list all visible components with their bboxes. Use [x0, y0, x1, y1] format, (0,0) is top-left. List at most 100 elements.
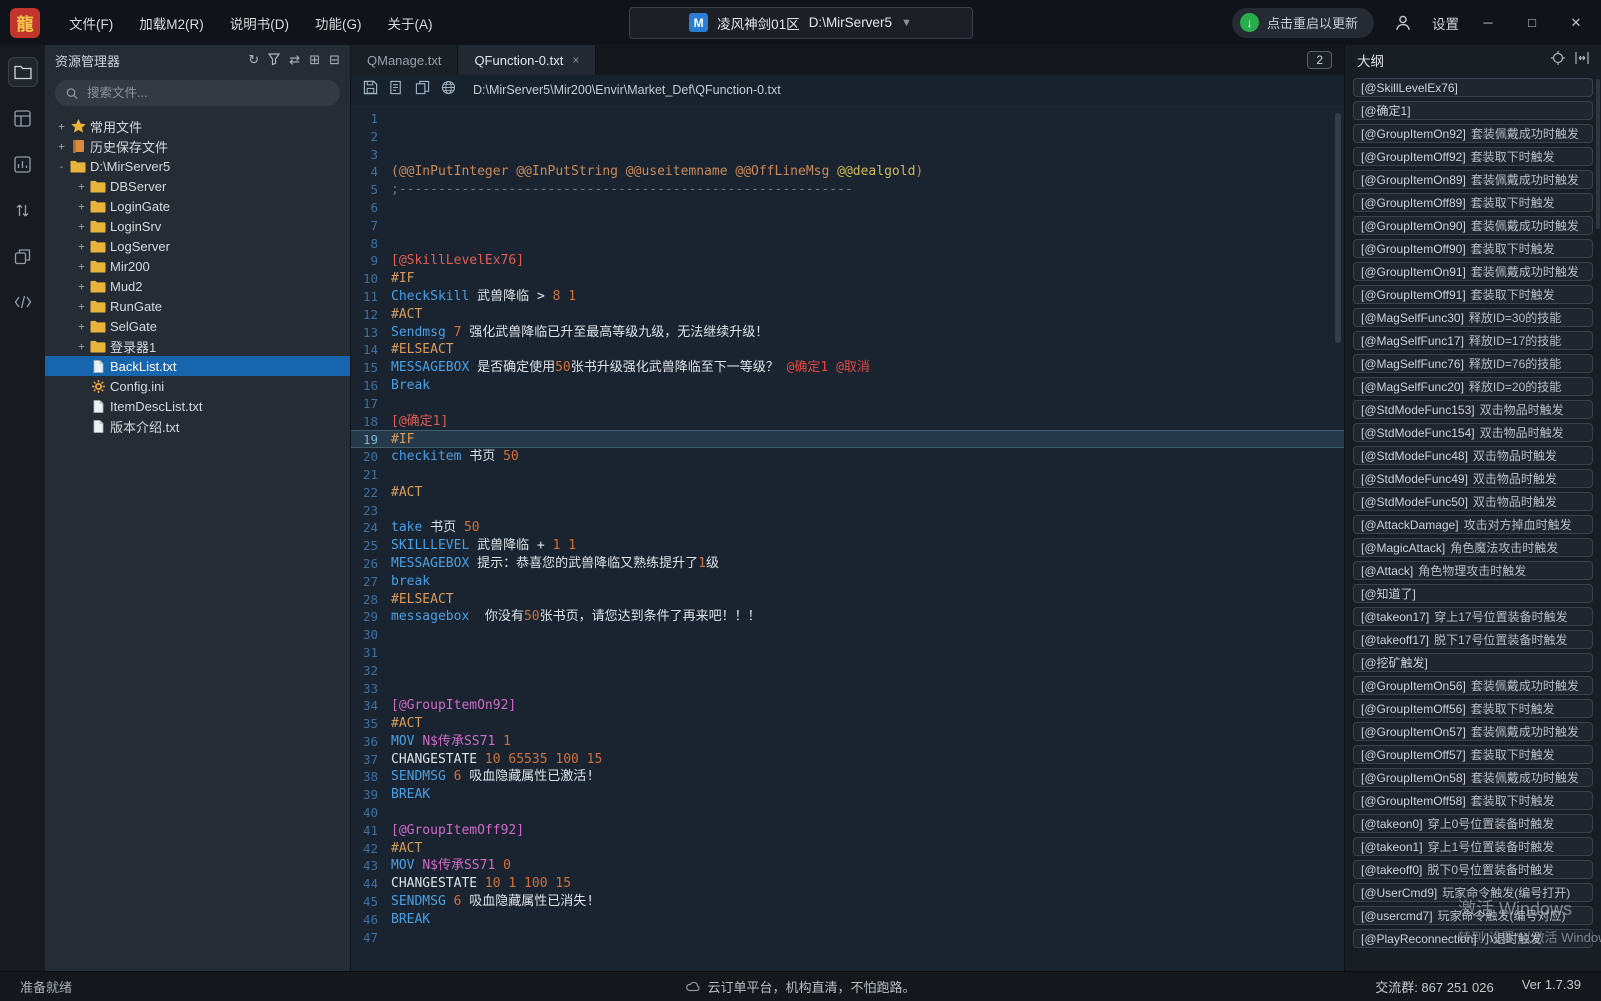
outline-item[interactable]: [@GroupItemOn56]套装佩戴成功时触发 — [1353, 676, 1593, 695]
code-line[interactable]: 9[@SkillLevelEx76] — [351, 252, 1344, 270]
code-line[interactable]: 17 — [351, 395, 1344, 413]
restart-update-button[interactable]: ↓ 点击重启以更新 — [1232, 8, 1374, 38]
outline-item[interactable]: [@GroupItemOn58]套装佩戴成功时触发 — [1353, 768, 1593, 787]
settings-button[interactable]: 设置 — [1432, 13, 1459, 33]
refresh-icon[interactable]: ↻ — [248, 52, 259, 68]
tree-item[interactable]: +SelGate — [45, 316, 350, 336]
menu-item-3[interactable]: 功能(G) — [304, 8, 373, 38]
code-line[interactable]: 3 — [351, 146, 1344, 164]
code-line[interactable]: 36MOV N$传承SS71 1 — [351, 733, 1344, 751]
outline-item[interactable]: [@GroupItemOn90]套装佩戴成功时触发 — [1353, 216, 1593, 235]
code-line[interactable]: 35#ACT — [351, 715, 1344, 733]
tree-item[interactable]: +LogServer — [45, 236, 350, 256]
outline-item[interactable]: [@MagSelfFunc30]释放ID=30的技能 — [1353, 308, 1593, 327]
fit-width-icon[interactable] — [1575, 51, 1589, 70]
code-line[interactable]: 14#ELSEACT — [351, 341, 1344, 359]
tab-QManage.txt[interactable]: QManage.txt — [351, 45, 458, 75]
code-line[interactable]: 28#ELSEACT — [351, 591, 1344, 609]
outline-item[interactable]: [@MagSelfFunc76]释放ID=76的技能 — [1353, 354, 1593, 373]
tree-item[interactable]: +Mud2 — [45, 276, 350, 296]
code-line[interactable]: 29messagebox 你没有50张书页，请您达到条件了再来吧！！！ — [351, 608, 1344, 626]
tree-item[interactable]: +LoginGate — [45, 196, 350, 216]
outline-scrollbar[interactable] — [1596, 79, 1600, 229]
code-line[interactable]: 44CHANGESTATE 10 1 100 15 — [351, 875, 1344, 893]
outline-item[interactable]: [@MagSelfFunc20]释放ID=20的技能 — [1353, 377, 1593, 396]
outline-item[interactable]: [@GroupItemOff89]套装取下时触发 — [1353, 193, 1593, 212]
tree-item[interactable]: BackList.txt — [45, 356, 350, 376]
outline-item[interactable]: [@知道了] — [1353, 584, 1593, 603]
expander-icon[interactable]: + — [75, 260, 88, 273]
expander-icon[interactable]: + — [75, 300, 88, 313]
save-icon[interactable] — [363, 80, 378, 100]
tree-item[interactable]: +历史保存文件 — [45, 136, 350, 156]
clone-icon[interactable] — [8, 241, 38, 271]
outline-item[interactable]: [@GroupItemOff56]套装取下时触发 — [1353, 699, 1593, 718]
outline-item[interactable]: [@Attack]角色物理攻击时触发 — [1353, 561, 1593, 580]
code-line[interactable]: 5;--------------------------------------… — [351, 181, 1344, 199]
code-line[interactable]: 31 — [351, 644, 1344, 662]
code-line[interactable]: 25SKILLLEVEL 武兽降临 + 1 1 — [351, 537, 1344, 555]
menu-item-2[interactable]: 说明书(D) — [219, 8, 300, 38]
outline-item[interactable]: [@UserCmd9]玩家命令触发(编号打开) — [1353, 883, 1593, 902]
code-line[interactable]: 19#IF — [351, 430, 1344, 448]
code-line[interactable]: 18[@确定1] — [351, 413, 1344, 431]
code-line[interactable]: 6 — [351, 199, 1344, 217]
code-line[interactable]: 13Sendmsg 7 强化武兽降临已升至最高等级九级，无法继续升级！ — [351, 324, 1344, 342]
tree-item[interactable]: +常用文件 — [45, 116, 350, 136]
chart-icon[interactable] — [8, 149, 38, 179]
code-line[interactable]: 10#IF — [351, 270, 1344, 288]
code-line[interactable]: 45SENDMSG 6 吸血隐藏属性已消失! — [351, 893, 1344, 911]
code-line[interactable]: 20checkitem 书页 50 — [351, 448, 1344, 466]
outline-item[interactable]: [@PlayReconnection]小退时触发 — [1353, 929, 1593, 948]
outline-item[interactable]: [@takeon17]穿上17号位置装备时触发 — [1353, 607, 1593, 626]
code-line[interactable]: 23 — [351, 502, 1344, 520]
code-line[interactable]: 32 — [351, 662, 1344, 680]
menu-item-1[interactable]: 加载M2(R) — [128, 8, 215, 38]
expander-icon[interactable]: + — [55, 140, 68, 153]
code-line[interactable]: 40 — [351, 804, 1344, 822]
expander-icon[interactable]: - — [55, 160, 68, 173]
code-line[interactable]: 33 — [351, 680, 1344, 698]
expander-icon[interactable]: + — [75, 220, 88, 233]
code-line[interactable]: 12#ACT — [351, 306, 1344, 324]
outline-item[interactable]: [@GroupItemOff90]套装取下时触发 — [1353, 239, 1593, 258]
outline-item[interactable]: [@挖矿触发] — [1353, 653, 1593, 672]
outline-item[interactable]: [@StdModeFunc153]双击物品时触发 — [1353, 400, 1593, 419]
tree-item[interactable]: +DBServer — [45, 176, 350, 196]
files-icon[interactable] — [8, 57, 38, 87]
code-line[interactable]: 15MESSAGEBOX 是否确定使用50张书升级强化武兽降临至下一等级？ @确… — [351, 359, 1344, 377]
expander-icon[interactable]: + — [75, 180, 88, 193]
code-line[interactable]: 8 — [351, 235, 1344, 253]
expander-icon[interactable]: + — [75, 200, 88, 213]
user-icon[interactable] — [1388, 8, 1418, 38]
swap-icon[interactable]: ⇄ — [289, 52, 300, 68]
tree-item[interactable]: +LoginSrv — [45, 216, 350, 236]
outline-item[interactable]: [@StdModeFunc50]双击物品时触发 — [1353, 492, 1593, 511]
globe-icon[interactable] — [441, 80, 456, 100]
expand-all-icon[interactable]: ⊞ — [309, 52, 320, 68]
code-line[interactable]: 1 — [351, 110, 1344, 128]
code-line[interactable]: 37CHANGESTATE 10 65535 100 15 — [351, 751, 1344, 769]
outline-item[interactable]: [@takeoff0]脱下0号位置装备时触发 — [1353, 860, 1593, 879]
outline-item[interactable]: [@StdModeFunc48]双击物品时触发 — [1353, 446, 1593, 465]
outline-item[interactable]: [@确定1] — [1353, 101, 1593, 120]
expander-icon[interactable]: + — [55, 120, 68, 133]
outline-item[interactable]: [@GroupItemOff58]套装取下时触发 — [1353, 791, 1593, 810]
format-icon[interactable] — [389, 80, 404, 100]
locate-icon[interactable] — [1551, 51, 1565, 70]
code-line[interactable]: 34[@GroupItemOn92] — [351, 697, 1344, 715]
tree-item[interactable]: +登录器1 — [45, 336, 350, 356]
copy-icon[interactable] — [415, 80, 430, 100]
editor-scrollbar[interactable] — [1335, 113, 1341, 343]
filter-icon[interactable] — [268, 53, 280, 68]
outline-item[interactable]: [@takeon1]穿上1号位置装备时触发 — [1353, 837, 1593, 856]
code-line[interactable]: 11CheckSkill 武兽降临 > 8 1 — [351, 288, 1344, 306]
code-line[interactable]: 39BREAK — [351, 786, 1344, 804]
outline-item[interactable]: [@takeoff17]脱下17号位置装备时触发 — [1353, 630, 1593, 649]
code-line[interactable]: 2 — [351, 128, 1344, 146]
close-tab-icon[interactable]: × — [572, 53, 579, 67]
tree-item[interactable]: Config.ini — [45, 376, 350, 396]
tree-item[interactable]: +RunGate — [45, 296, 350, 316]
file-search-box[interactable] — [55, 80, 340, 106]
expander-icon[interactable]: + — [75, 340, 88, 353]
